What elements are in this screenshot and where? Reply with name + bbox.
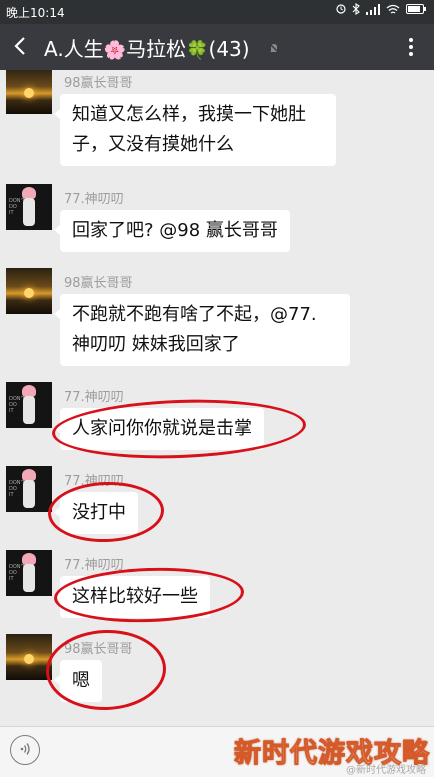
- sender-name: 77.神叨叨: [64, 390, 124, 405]
- message-text: 知道又怎么样，我摸一下她肚: [72, 104, 306, 125]
- message-text: 回家了吧? @98 赢长哥哥: [72, 220, 278, 241]
- message-bubble[interactable]: 不跑就不跑有啥了不起，@77. 神叨叨 妹妹我回家了: [54, 294, 350, 366]
- status-time: 晚上10:14: [6, 6, 65, 20]
- title-text: A.人生: [44, 37, 104, 61]
- bluetooth-icon: [352, 3, 360, 15]
- voice-input-icon[interactable]: [10, 735, 40, 765]
- chat-header: A.人生🌸马拉松🍀(43): [0, 24, 434, 70]
- message-bubble[interactable]: 知道又怎么样，我摸一下她肚 子，又没有摸她什么: [54, 94, 336, 166]
- message-text: 不跑就不跑有啥了不起，@77.: [72, 304, 317, 325]
- message-bubble[interactable]: 回家了吧? @98 赢长哥哥: [54, 210, 290, 252]
- clover-icon: 🍀: [186, 40, 209, 61]
- avatar-sunset[interactable]: [6, 70, 52, 114]
- input-bar: 新时代游戏攻略 @新时代游戏攻略: [0, 726, 434, 777]
- avatar-girl[interactable]: DON'T DO IT: [6, 184, 52, 230]
- clock-icon: [336, 4, 346, 14]
- red-annotation-circle: [46, 479, 166, 545]
- back-arrow-icon[interactable]: [10, 34, 32, 58]
- more-menu-icon[interactable]: [402, 36, 420, 58]
- status-icons: [336, 3, 426, 15]
- title-text-2: 马拉松: [126, 37, 187, 61]
- message-text: 子，又没有摸她什么: [72, 134, 234, 155]
- chat-area: 98赢长哥哥 知道又怎么样，我摸一下她肚 子，又没有摸她什么 DON'T DO IT…: [0, 70, 434, 726]
- member-count: (43): [208, 37, 250, 61]
- flower-icon: 🌸: [103, 40, 127, 61]
- battery-icon: [406, 4, 426, 14]
- watermark-sub: @新时代游戏攻略: [346, 765, 426, 776]
- sender-name: 98赢长哥哥: [64, 76, 133, 91]
- chat-title: A.人生🌸马拉松🍀(43): [44, 33, 250, 62]
- avatar-sunset[interactable]: [6, 268, 52, 314]
- wifi-icon: [386, 4, 400, 14]
- signal-icon: [366, 3, 380, 15]
- avatar-girl[interactable]: DON'T DO IT: [6, 382, 52, 428]
- mute-bell-icon: [268, 42, 280, 54]
- avatar-girl[interactable]: DON'T DO IT: [6, 466, 52, 512]
- status-bar: 晚上10:14: [0, 0, 434, 24]
- avatar-girl[interactable]: DON'T DO IT: [6, 550, 52, 596]
- message-text: 神叨叨 妹妹我回家了: [72, 334, 240, 355]
- sender-name: 77.神叨叨: [64, 192, 124, 207]
- red-annotation-circle: [53, 564, 245, 626]
- sender-name: 98赢长哥哥: [64, 276, 133, 291]
- red-annotation-circle: [51, 395, 307, 463]
